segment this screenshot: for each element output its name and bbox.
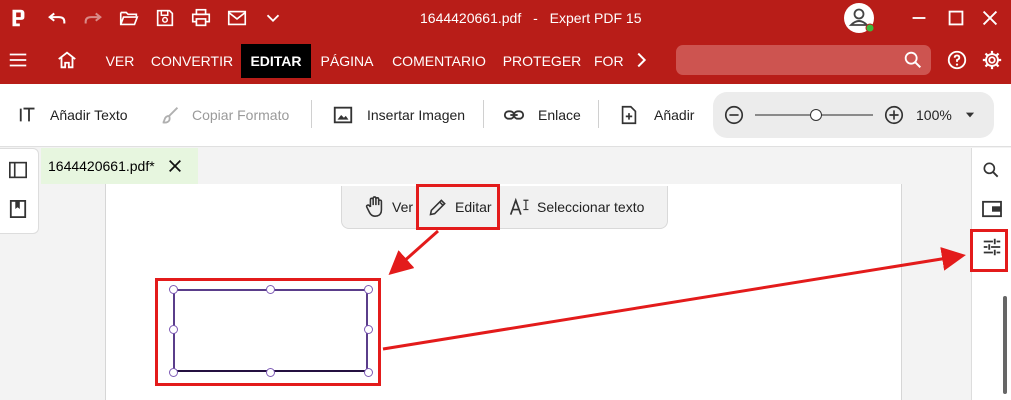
arrow-edit-to-textbox bbox=[388, 229, 439, 275]
arrow-textbox-to-properties bbox=[382, 247, 966, 351]
annotation-arrows bbox=[382, 229, 966, 351]
